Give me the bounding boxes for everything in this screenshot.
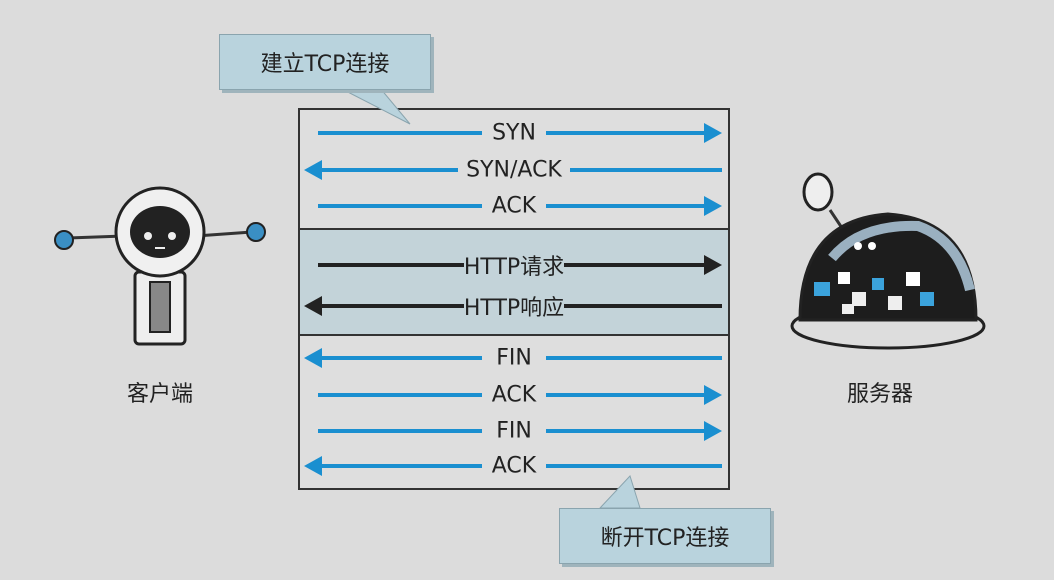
- server-label: 服务器: [846, 382, 914, 407]
- arrow-head-right-icon: [704, 123, 722, 143]
- arrow-head-left-icon: [304, 348, 322, 368]
- arrow-head-right-icon: [704, 421, 722, 441]
- message-label: HTTP请求: [463, 255, 565, 280]
- server-robot-icon: [790, 172, 986, 350]
- terminate-connection-callout: 断开TCP连接: [559, 508, 771, 564]
- client-robot-icon: [54, 186, 266, 346]
- message-label: ACK: [491, 453, 537, 479]
- establish-callout-tail: [339, 87, 411, 125]
- arrow-head-right-icon: [704, 385, 722, 405]
- arrow-head-right-icon: [704, 196, 722, 216]
- arrow-head-left-icon: [304, 456, 322, 476]
- message-label: FIN: [496, 345, 532, 371]
- establish-connection-callout: 建立TCP连接: [219, 34, 431, 90]
- arrow-head-left-icon: [304, 160, 322, 180]
- message-label: ACK: [491, 382, 537, 408]
- arrow-head-left-icon: [304, 296, 322, 316]
- message-label: SYN: [492, 120, 536, 146]
- terminate-callout-tail: [598, 475, 641, 509]
- message-label: HTTP响应: [463, 296, 565, 321]
- message-label: ACK: [491, 193, 537, 219]
- client-label: 客户端: [126, 382, 194, 407]
- message-label: FIN: [496, 418, 532, 444]
- message-label: SYN/ACK: [466, 157, 562, 183]
- arrow-head-right-icon: [704, 255, 722, 275]
